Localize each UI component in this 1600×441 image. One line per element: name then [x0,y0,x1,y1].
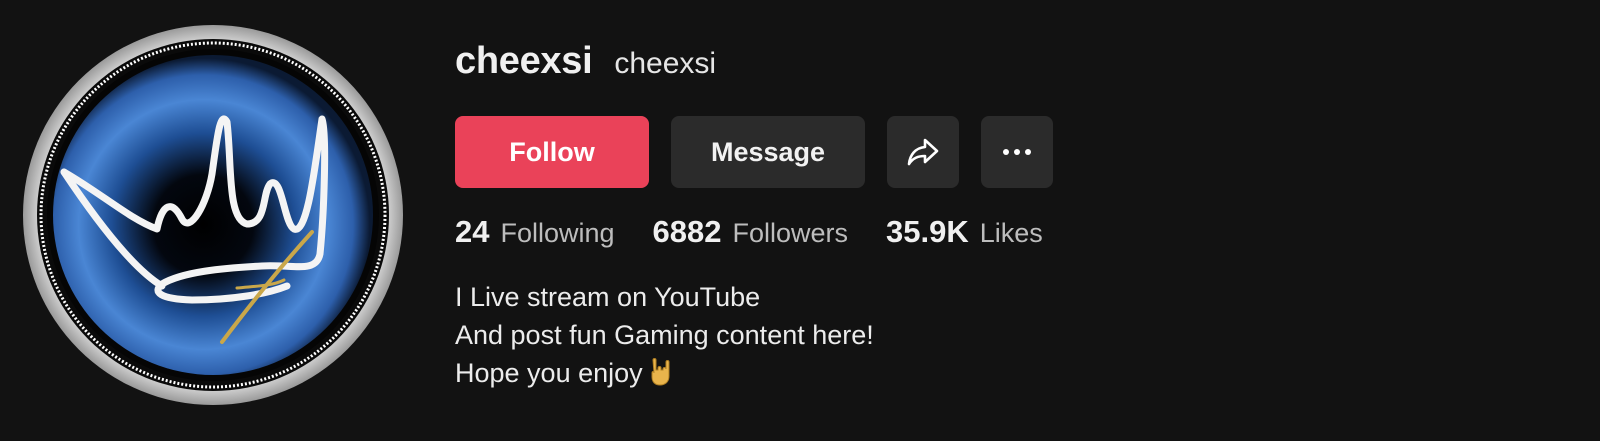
bio-line-3-wrap: Hope you enjoy [455,354,1555,396]
profile-info: cheexsi cheexsi Follow Message 24 Follow… [455,40,1555,396]
action-buttons: Follow Message [455,116,1555,188]
bio-line-1: I Live stream on YouTube [455,282,761,312]
avatar[interactable] [22,24,404,406]
follow-button[interactable]: Follow [455,116,649,188]
display-name: cheexsi [455,40,593,82]
following-count: 24 [455,214,490,249]
message-button[interactable]: Message [671,116,865,188]
profile-bio: I Live stream on YouTube And post fun Ga… [455,278,1555,396]
rock-on-hand-emoji-icon [649,356,673,396]
profile-header: cheexsi cheexsi Follow Message 24 Follow… [0,0,1600,441]
username-handle: cheexsi [614,47,717,80]
share-arrow-icon [907,138,939,166]
followers-label: Followers [732,218,849,248]
share-button[interactable] [887,116,959,188]
following-label: Following [500,218,615,248]
likes-label: Likes [979,218,1043,248]
profile-names: cheexsi cheexsi [455,40,1555,96]
followers-count: 6882 [652,214,722,249]
stat-followers[interactable]: 6882 Followers [653,214,849,250]
profile-stats: 24 Following 6882 Followers 35.9K Likes [455,214,1555,254]
more-dots-icon [1003,149,1031,155]
crown-logo-icon [23,25,403,405]
bio-line-3: Hope you enjoy [455,358,643,388]
stat-following[interactable]: 24 Following [455,214,615,250]
stat-likes: 35.9K Likes [886,214,1043,250]
more-options-button[interactable] [981,116,1053,188]
likes-count: 35.9K [886,214,969,249]
bio-line-2: And post fun Gaming content here! [455,320,874,350]
